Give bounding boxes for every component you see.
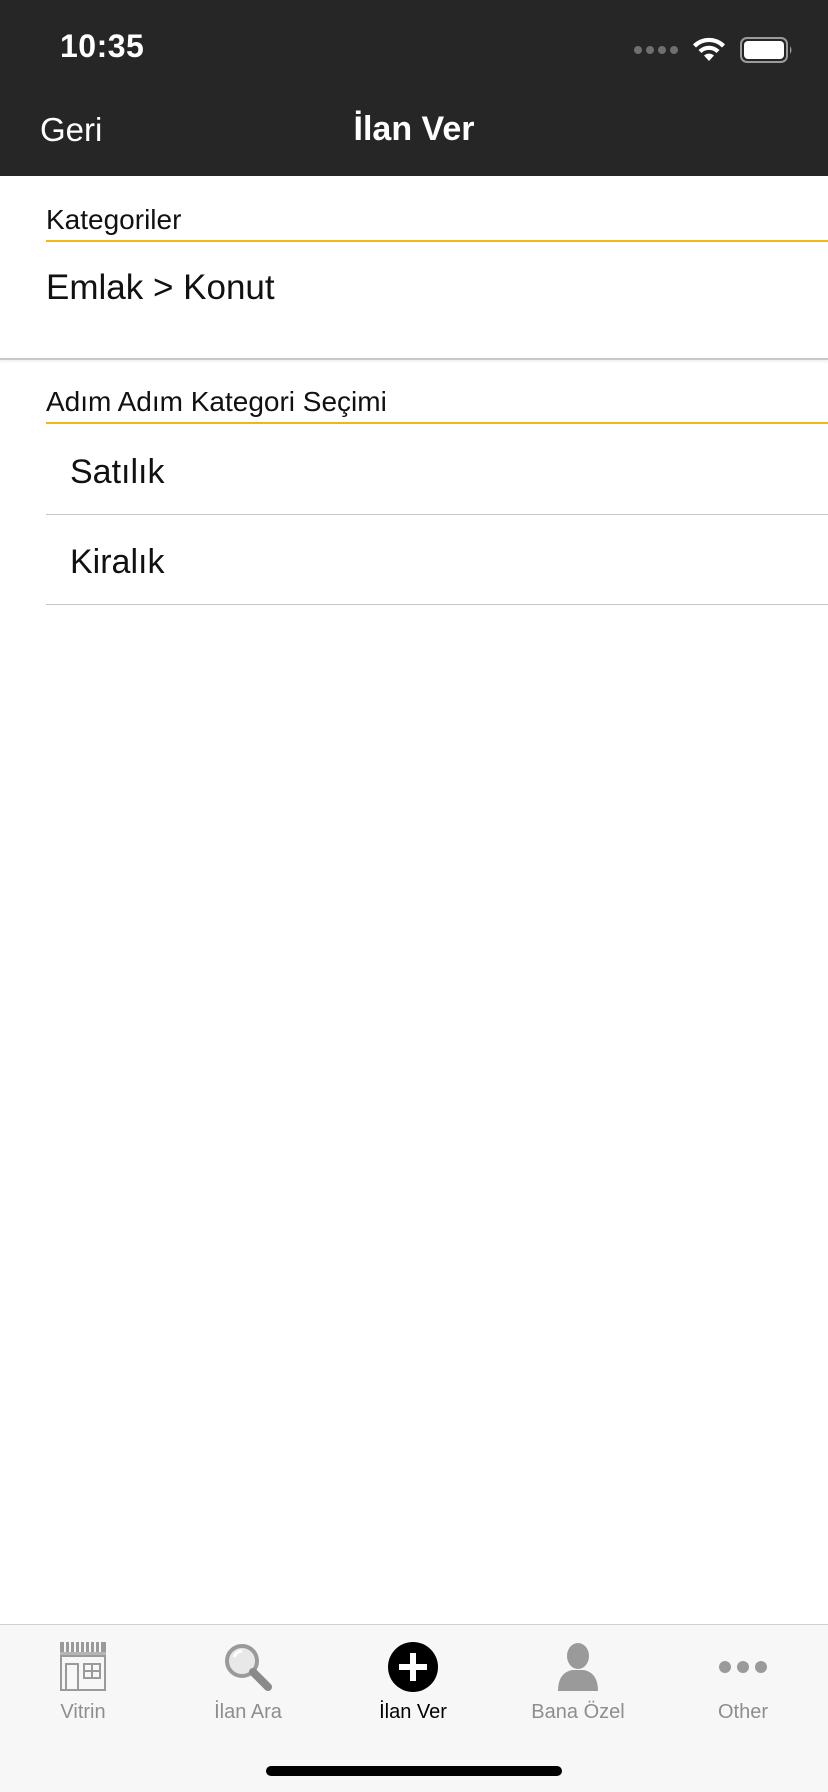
storefront-icon	[60, 1642, 106, 1691]
tab-label: İlan Ver	[379, 1701, 447, 1723]
tab-label: Other	[717, 1701, 769, 1723]
tab-ilan-ver[interactable]: İlan Ver	[338, 1637, 488, 1737]
header: 10:35 Geri İlan Ver	[0, 0, 828, 176]
tab-label: Bana Özel	[531, 1701, 625, 1723]
tab-bana-ozel[interactable]: Bana Özel	[503, 1637, 653, 1737]
tab-label: İlan Ara	[214, 1701, 282, 1723]
app-screen: 10:35 Geri İlan Ver Kategoriler Emlak > …	[0, 0, 828, 1792]
search-icon	[225, 1644, 272, 1691]
category-option-kiralik[interactable]: Kiralık	[46, 515, 828, 605]
section-divider	[0, 358, 828, 360]
plus-circle-icon	[388, 1642, 438, 1692]
status-time: 10:35	[60, 28, 145, 64]
battery-icon	[740, 37, 792, 63]
tab-vitrin[interactable]: Vitrin	[8, 1637, 158, 1737]
category-option-label: Satılık	[70, 453, 165, 491]
status-icons	[634, 36, 794, 64]
categories-heading: Kategoriler	[46, 204, 182, 235]
tab-other[interactable]: Other	[668, 1637, 818, 1737]
person-icon	[558, 1643, 598, 1691]
tab-label: Vitrin	[60, 1701, 106, 1723]
home-indicator[interactable]	[266, 1766, 562, 1776]
more-dots-icon	[719, 1661, 767, 1673]
step-selection-accent-line	[46, 422, 828, 424]
categories-accent-line	[46, 240, 828, 242]
tab-ilan-ara[interactable]: İlan Ara	[173, 1637, 323, 1737]
selected-category-path: Emlak > Konut	[46, 268, 275, 307]
category-option-satilik[interactable]: Satılık	[46, 425, 828, 515]
wifi-icon	[693, 37, 725, 61]
category-option-label: Kiralık	[70, 543, 165, 581]
page-title: İlan Ver	[353, 110, 475, 148]
step-selection-heading: Adım Adım Kategori Seçimi	[46, 386, 387, 417]
cellular-signal-icon	[634, 46, 678, 54]
